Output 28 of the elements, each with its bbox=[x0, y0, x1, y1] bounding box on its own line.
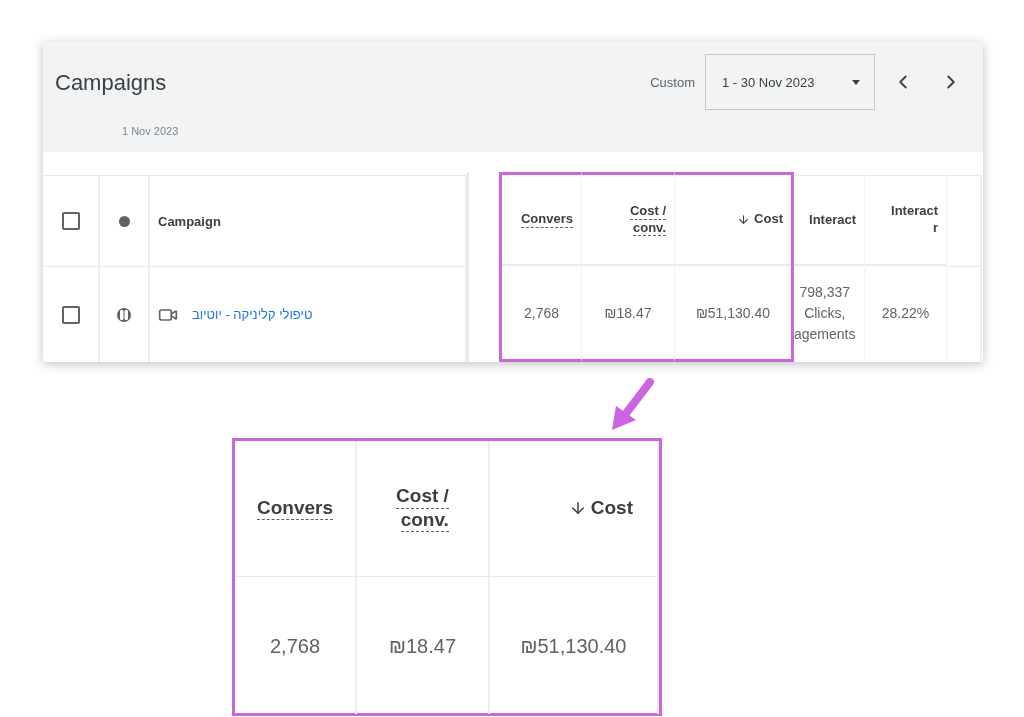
column-heading[interactable]: Campaign bbox=[158, 213, 221, 229]
table-cell-text: ₪51,130.40 bbox=[695, 304, 771, 323]
range-label: Custom bbox=[650, 74, 695, 90]
sort-arrow-icon bbox=[737, 213, 751, 226]
column-heading[interactable]: Cost / conv. bbox=[629, 202, 666, 237]
column-heading[interactable]: Cost bbox=[590, 496, 633, 521]
date-range-dropdown[interactable]: 1 - 30 Nov 2023 bbox=[705, 54, 875, 110]
column-heading[interactable]: Interact bbox=[809, 211, 856, 229]
table-cell-text: ₪51,130.40 bbox=[520, 633, 627, 659]
column-heading[interactable]: Convers bbox=[520, 211, 573, 228]
page-title: Campaigns bbox=[55, 70, 168, 96]
column-heading[interactable]: Convers bbox=[257, 496, 333, 521]
row-checkbox[interactable] bbox=[61, 305, 80, 324]
table-cell-text: 2,768 bbox=[269, 633, 321, 659]
column-heading[interactable]: Interact r bbox=[891, 203, 938, 237]
table-cell-text: 798,337 Clicks, agements bbox=[794, 283, 856, 344]
campaign-link[interactable]: טיפולי קליניקה - יוטיוב bbox=[192, 307, 313, 322]
table-cell-text: ₪18.47 bbox=[604, 304, 652, 323]
pointer-arrow bbox=[612, 378, 654, 430]
table-cell-text: 2,768 bbox=[523, 304, 559, 323]
select-all-checkbox[interactable] bbox=[61, 212, 80, 230]
column-heading[interactable]: Cost bbox=[754, 211, 783, 228]
table-cell-text: 28.22% bbox=[881, 304, 930, 323]
caret-icon bbox=[852, 79, 860, 85]
date-label: 1 Nov 2023 bbox=[122, 125, 179, 137]
table-cell-text: ₪18.47 bbox=[389, 633, 456, 659]
status-dot-icon bbox=[118, 215, 130, 227]
column-heading[interactable]: Cost / conv. bbox=[396, 484, 449, 533]
